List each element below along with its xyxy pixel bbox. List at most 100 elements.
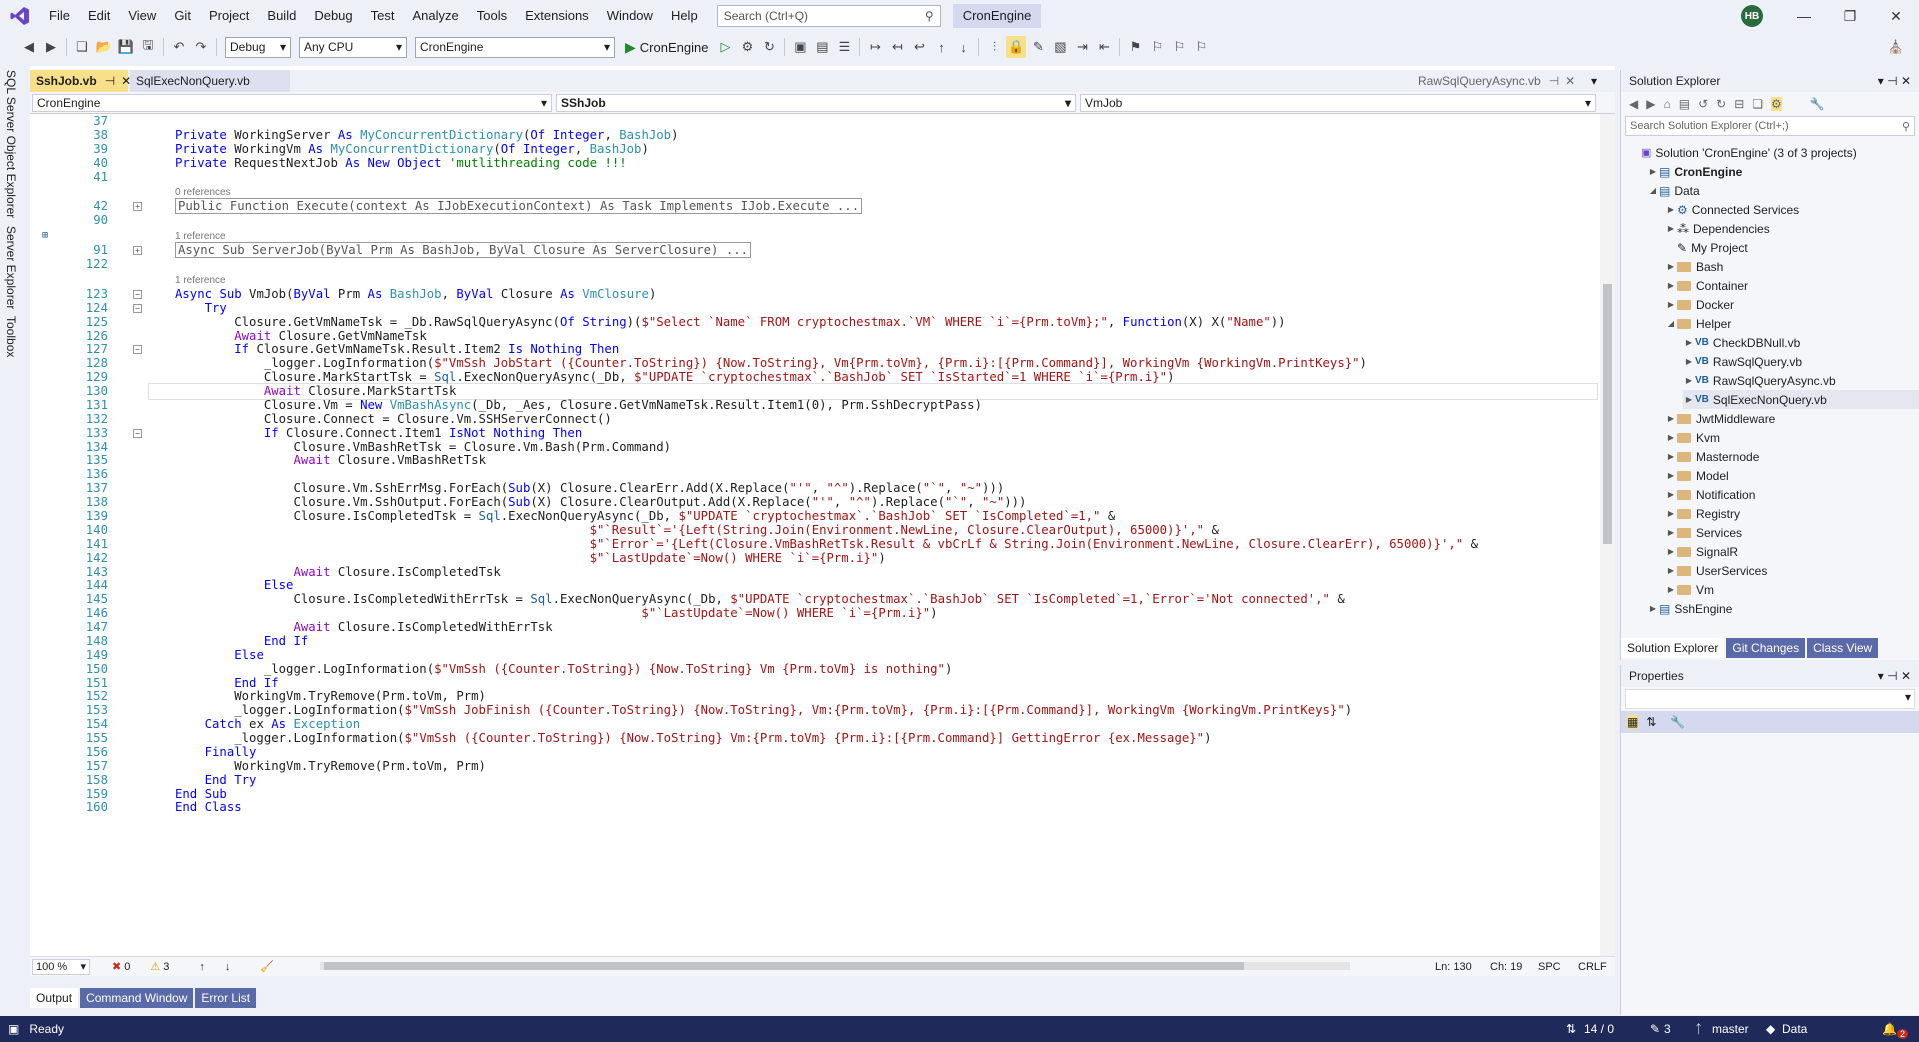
code-line[interactable]: Async Sub ServerJob(ByVal Prm As BashJob… xyxy=(175,242,752,259)
collapsed-arrow-icon[interactable]: ▶ xyxy=(1665,452,1677,461)
pencil-icon[interactable]: ✎ xyxy=(1650,1022,1660,1036)
collapsed-arrow-icon[interactable]: ▶ xyxy=(1647,167,1659,176)
refresh-icon[interactable]: ↻ xyxy=(759,36,779,58)
panel-options-icon[interactable]: ▾ ⊣ ✕ xyxy=(1878,669,1911,683)
fold-toggle-icon[interactable]: + xyxy=(133,202,142,212)
code-line[interactable]: Private WorkingVm As MyConcurrentDiction… xyxy=(175,142,649,156)
tree-item-sqlexecnonquery-vb[interactable]: ▶ VB SqlExecNonQuery.vb xyxy=(1683,390,1919,409)
code-line[interactable]: _logger.LogInformation($"VmSsh ({Counter… xyxy=(175,662,953,676)
repo-icon[interactable]: ◆ xyxy=(1766,1022,1775,1036)
fold-toggle-icon[interactable]: + xyxy=(133,246,142,256)
code-line[interactable]: Await Closure.MarkStartTsk xyxy=(175,384,457,398)
close-icon[interactable]: ✕ xyxy=(1873,0,1919,32)
gutter-marker-icon[interactable]: ⊞ xyxy=(42,230,48,241)
collapsed-arrow-icon[interactable]: ▶ xyxy=(1665,205,1677,214)
menu-window[interactable]: Window xyxy=(598,0,662,32)
menu-view[interactable]: View xyxy=(119,0,165,32)
menu-git[interactable]: Git xyxy=(165,0,200,32)
collapsed-arrow-icon[interactable]: ▶ xyxy=(1683,376,1695,385)
tree-item-dependencies[interactable]: ▶ ⁂ Dependencies xyxy=(1665,219,1770,238)
tab-overflow-icon[interactable]: ▾ xyxy=(1585,70,1613,92)
collapsed-arrow-icon[interactable]: ▶ xyxy=(1665,528,1677,537)
code-line[interactable]: Try xyxy=(175,301,227,315)
code-line[interactable]: $"`LastUpdate`=Now() WHERE `i`={Prm.i}") xyxy=(175,551,886,565)
tree-item-solution-cronengine-3-of-3-projects[interactable]: ▣ Solution 'CronEngine' (3 of 3 projects) xyxy=(1629,143,1857,162)
collapsed-arrow-icon[interactable]: ▶ xyxy=(1665,566,1677,575)
back-icon[interactable]: ◀ xyxy=(19,36,39,58)
tree-item-masternode[interactable]: ▶ Masternode xyxy=(1665,447,1759,466)
code-line[interactable]: Finally xyxy=(175,745,257,759)
startup-project-dropdown[interactable]: CronEngine ▾ xyxy=(415,36,615,58)
tree-item-kvm[interactable]: ▶ Kvm xyxy=(1665,428,1720,447)
collapsed-arrow-icon[interactable]: ▶ xyxy=(1665,414,1677,423)
code-text-area[interactable]: 37 38 Private WorkingServer As MyConcurren… xyxy=(30,114,1600,956)
collapsed-arrow-icon[interactable]: ▶ xyxy=(1683,338,1695,347)
codelens-references[interactable]: 1 reference xyxy=(175,275,226,286)
code-line[interactable]: Closure.IsCompletedWithErrTsk = Sql.Exec… xyxy=(175,592,1344,606)
horizontal-scrollbar[interactable] xyxy=(320,962,1350,970)
lock-icon[interactable]: 🔒 xyxy=(1006,36,1027,58)
tree-item-sshengine[interactable]: ▶ ▤ SshEngine xyxy=(1647,599,1732,618)
tree-item-data[interactable]: ◢ ▤ Data xyxy=(1647,181,1700,200)
compare-icon[interactable]: ▧ xyxy=(1050,36,1070,58)
collapsed-arrow-icon[interactable]: ▶ xyxy=(1665,433,1677,442)
collapsed-arrow-icon[interactable]: ▶ xyxy=(1665,509,1677,518)
step-out-icon[interactable]: ↩ xyxy=(909,36,929,58)
code-line[interactable]: Closure.IsCompletedTsk = Sql.ExecNonQuer… xyxy=(175,509,1115,523)
code-line[interactable]: Closure.Vm.SshErrMsg.ForEach(Sub(X) Clos… xyxy=(175,481,1004,495)
expanded-arrow-icon[interactable]: ◢ xyxy=(1665,319,1677,328)
menu-help[interactable]: Help xyxy=(662,0,707,32)
tree-item-services[interactable]: ▶ Services xyxy=(1665,523,1742,542)
expanded-arrow-icon[interactable]: ◢ xyxy=(1647,186,1659,195)
line-up-down-icon[interactable]: ⇅ xyxy=(1566,1022,1576,1036)
tab-solution-explorer[interactable]: Solution Explorer xyxy=(1621,638,1725,658)
collapsed-arrow-icon[interactable]: ▶ xyxy=(1665,547,1677,556)
fold-toggle-icon[interactable]: − xyxy=(133,345,142,355)
tab-error-list[interactable]: Error List xyxy=(195,988,257,1008)
tree-item-my-project[interactable]: ✎ My Project xyxy=(1665,238,1748,257)
code-line[interactable]: Closure.MarkStartTsk = Sql.ExecNonQueryA… xyxy=(175,370,1175,384)
collapse-all-icon[interactable]: ⊟ xyxy=(1734,97,1744,111)
prev-bookmark-icon[interactable]: ⚐ xyxy=(1147,36,1167,58)
status-lines[interactable]: 14 / 0 xyxy=(1584,1022,1614,1036)
tree-item-cronengine[interactable]: ▶ ▤ CronEngine xyxy=(1647,162,1742,181)
code-line[interactable]: _logger.LogInformation($"VmSsh ({Counter… xyxy=(175,731,1211,745)
tree-item-connected-services[interactable]: ▶ ⚙ Connected Services xyxy=(1665,200,1799,219)
arrow-up-icon[interactable]: ↑ xyxy=(199,961,205,973)
code-line[interactable]: Catch ex As Exception xyxy=(175,717,361,731)
code-line[interactable]: $"`Result`='{Left(String.Join(Environmen… xyxy=(175,523,1219,537)
menu-file[interactable]: File xyxy=(40,0,79,32)
class-nav-dropdown[interactable]: SShJob ▾ xyxy=(556,94,1076,112)
categorized-icon[interactable]: ▦ xyxy=(1627,715,1639,729)
branch-icon[interactable]: ᛏ xyxy=(1695,1022,1702,1036)
codelens-references[interactable]: 0 references xyxy=(175,187,231,198)
code-line[interactable]: WorkingVm.TryRemove(Prm.toVm, Prm) xyxy=(175,759,486,773)
preview-icon[interactable]: ⚙ xyxy=(1771,97,1782,111)
code-line[interactable]: Private WorkingServer As MyConcurrentDic… xyxy=(175,128,678,142)
menu-test[interactable]: Test xyxy=(362,0,404,32)
layout-icon[interactable]: ▤ xyxy=(812,36,832,58)
tree-item-notification[interactable]: ▶ Notification xyxy=(1665,485,1755,504)
project-nav-dropdown[interactable]: CronEngine ▾ xyxy=(32,94,552,112)
tab-output[interactable]: Output xyxy=(30,988,79,1008)
code-line[interactable]: Await Closure.VmBashRetTsk xyxy=(175,453,486,467)
solution-search-input[interactable]: Search Solution Explorer (Ctrl+;) ⚲ xyxy=(1625,116,1915,136)
code-line[interactable]: Closure.VmBashRetTsk = Closure.Vm.Bash(P… xyxy=(175,440,671,454)
wrench-icon[interactable]: 🔧 xyxy=(1810,97,1825,111)
split-icon[interactable]: ⫶ xyxy=(984,36,1004,58)
code-line[interactable]: Closure.GetVmNameTsk = _Db.RawSqlQueryAs… xyxy=(175,315,1285,329)
new-project-icon[interactable]: ❏ xyxy=(72,36,92,58)
warning-icon[interactable]: ⚠ xyxy=(150,960,160,973)
tree-item-rawsqlquery-vb[interactable]: ▶ VB RawSqlQuery.vb xyxy=(1683,352,1802,371)
back-icon[interactable]: ◀ xyxy=(1629,97,1638,111)
tree-item-bash[interactable]: ▶ Bash xyxy=(1665,257,1723,276)
collapsed-arrow-icon[interactable]: ▶ xyxy=(1665,224,1677,233)
code-line[interactable]: Closure.Vm.SshOutput.ForEach(Sub(X) Clos… xyxy=(175,495,1026,509)
save-all-icon[interactable]: 🖫 xyxy=(138,36,158,58)
property-pages-icon[interactable]: 🔧 xyxy=(1670,715,1685,729)
tab-sqlexecnonquery[interactable]: SqlExecNonQuery.vb xyxy=(130,70,290,92)
sync-icon[interactable]: ↻ xyxy=(1716,97,1726,111)
zoom-dropdown[interactable]: 100 % ▾ xyxy=(32,958,90,975)
menu-extensions[interactable]: Extensions xyxy=(516,0,598,32)
code-cleanup-icon[interactable]: 🧹 xyxy=(260,960,274,973)
